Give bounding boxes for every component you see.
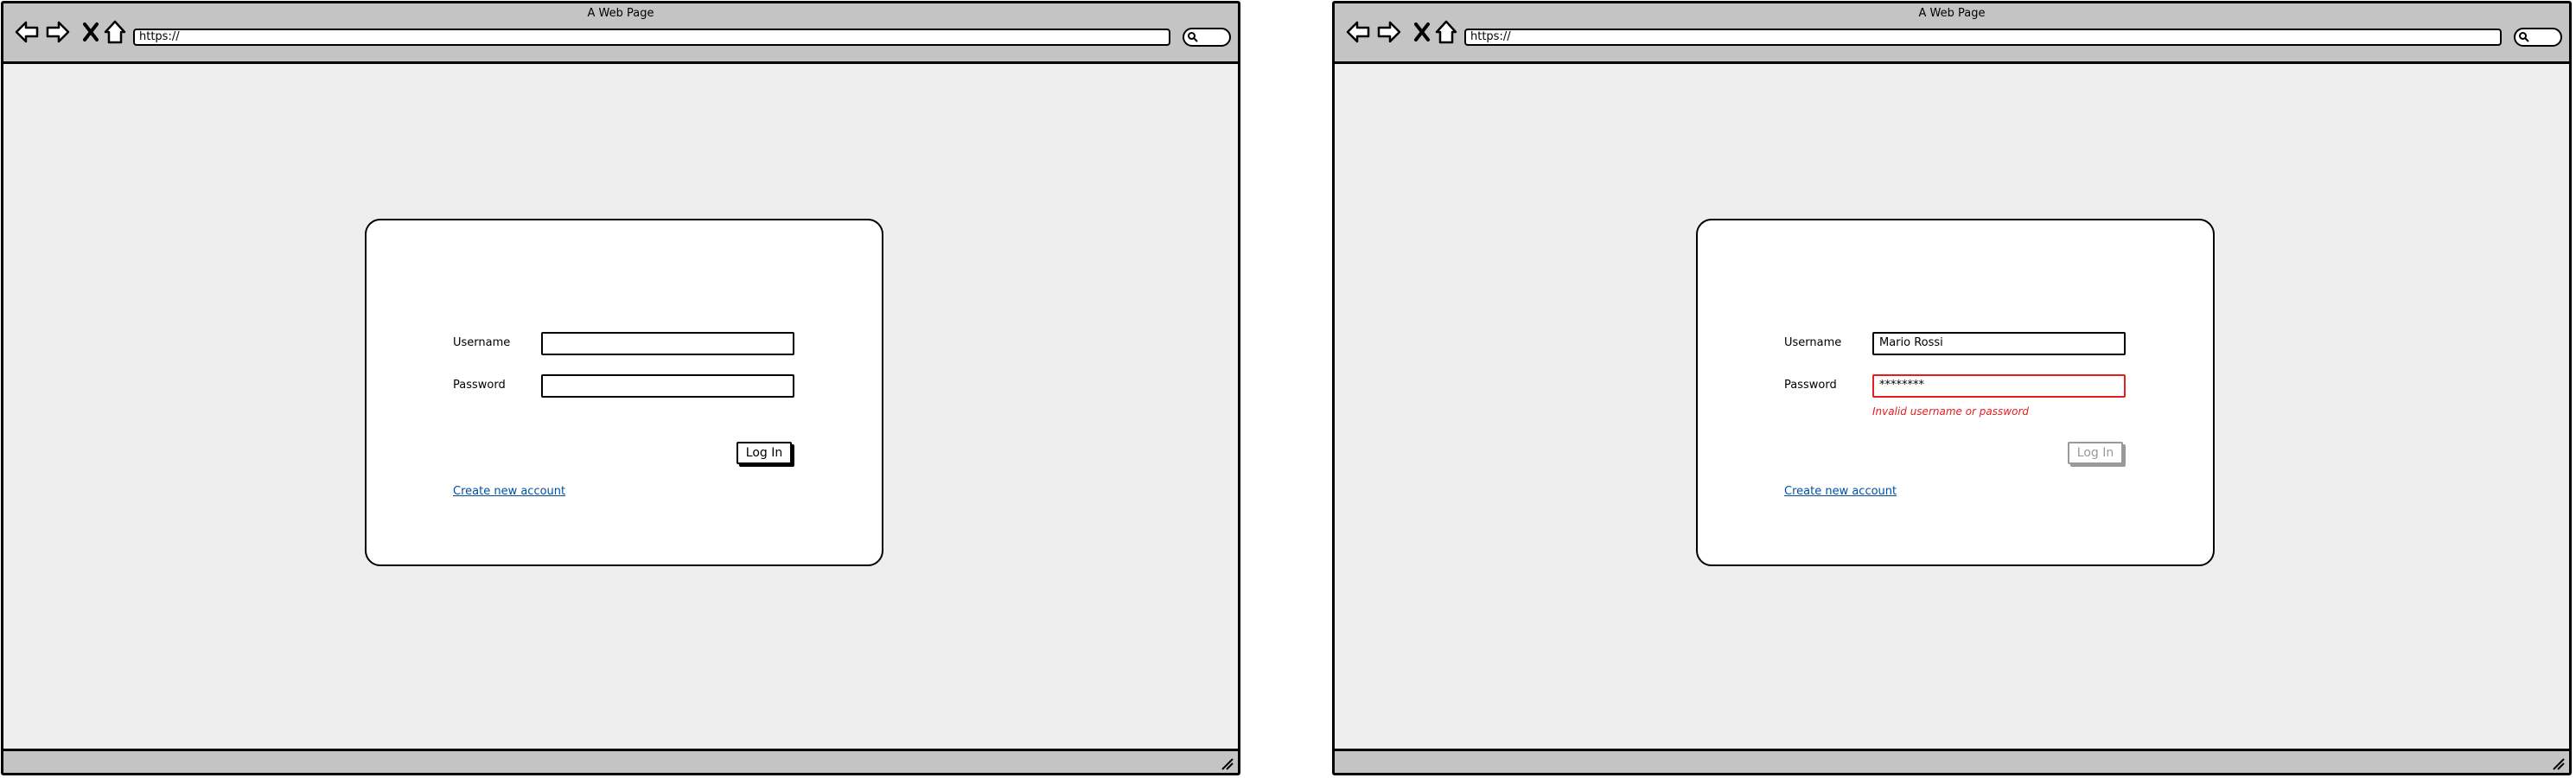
browser-window-empty-login: A Web Page https:// Username Password Lo…	[1, 1, 1240, 775]
search-icon	[1188, 32, 1198, 42]
browser-window-login-error: A Web Page https:// Username Mario Rossi…	[1332, 1, 2572, 775]
status-bar	[1335, 749, 2569, 773]
browser-toolbar: A Web Page https://	[3, 3, 1238, 64]
username-input[interactable]	[541, 332, 794, 355]
create-account-link[interactable]: Create new account	[1784, 485, 1897, 499]
home-icon[interactable]	[102, 19, 128, 45]
password-label: Password	[453, 379, 506, 392]
window-title: A Web Page	[587, 7, 654, 20]
login-panel: Username Mario Rossi Password ******** I…	[1696, 219, 2215, 566]
username-input[interactable]: Mario Rossi	[1872, 332, 2126, 355]
username-label: Username	[1784, 336, 1842, 349]
search-button[interactable]	[1183, 28, 1231, 47]
login-panel: Username Password Log In Create new acco…	[365, 219, 883, 566]
password-label: Password	[1784, 379, 1837, 392]
resize-grip-icon[interactable]	[1219, 756, 1234, 771]
status-bar	[3, 749, 1238, 773]
create-account-link[interactable]: Create new account	[453, 485, 565, 499]
search-button[interactable]	[2514, 28, 2562, 47]
password-input[interactable]	[541, 374, 794, 398]
login-error-message: Invalid username or password	[1872, 405, 2029, 418]
login-button[interactable]: Log In	[2068, 442, 2123, 464]
close-x-icon[interactable]	[78, 19, 104, 45]
forward-arrow-icon[interactable]	[45, 19, 71, 45]
back-arrow-icon[interactable]	[1345, 19, 1371, 45]
forward-arrow-icon[interactable]	[1376, 19, 1402, 45]
window-title: A Web Page	[1918, 7, 1986, 20]
home-icon[interactable]	[1433, 19, 1459, 45]
login-button[interactable]: Log In	[736, 442, 792, 464]
browser-toolbar: A Web Page https://	[1335, 3, 2569, 64]
url-bar[interactable]: https://	[1464, 29, 2502, 46]
back-arrow-icon[interactable]	[14, 19, 40, 45]
username-label: Username	[453, 336, 511, 349]
search-icon	[2519, 32, 2529, 42]
close-x-icon[interactable]	[1409, 19, 1435, 45]
url-bar[interactable]: https://	[133, 29, 1170, 46]
password-input[interactable]: ********	[1872, 374, 2126, 398]
resize-grip-icon[interactable]	[2550, 756, 2566, 771]
